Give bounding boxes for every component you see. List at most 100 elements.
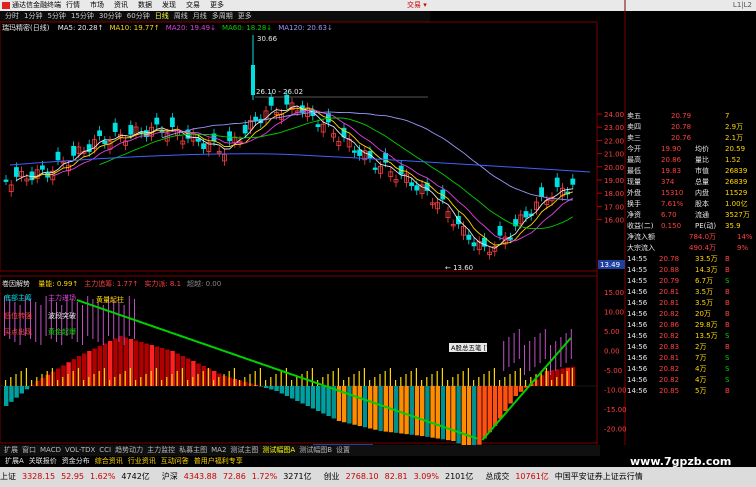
- pressure-stick: [56, 302, 57, 342]
- indicator-tab[interactable]: 测试幅图A: [262, 446, 295, 454]
- stat-label: 换手: [627, 200, 641, 208]
- stat-value: 11529: [725, 189, 748, 197]
- indicator-tabs: 扩展 窗口 MACD VOL-TDX CCI 趋势动力 主力监控 私募主图 MA2 测试主图 测试幅…: [0, 445, 600, 456]
- tick-volume: 6.7万: [695, 277, 714, 285]
- indicator-tab[interactable]: 设置: [336, 446, 350, 454]
- volume-stick: [202, 371, 204, 386]
- indicator-bar: [305, 386, 310, 406]
- indicator-bar: [508, 386, 513, 404]
- volume-stick: [400, 377, 402, 386]
- indicator-tab[interactable]: VOL-TDX: [65, 446, 95, 454]
- indicator-tab[interactable]: CCI: [99, 446, 111, 454]
- stat-label: 现量: [627, 178, 641, 186]
- volume-stick: [103, 368, 105, 386]
- volume-stick: [119, 374, 121, 386]
- ma-label: MA5: 20.28↑: [57, 24, 104, 32]
- indicator-value-label: 主力追筹: 1.77↑: [84, 280, 139, 288]
- indicator-name: 卷因解势: [2, 280, 30, 288]
- index-quote[interactable]: 总成交 10761亿 中国平安证券上证云行情: [485, 472, 648, 481]
- pressure-stick: [123, 305, 125, 345]
- indicator-bar: [316, 386, 321, 411]
- indicator-bar: [383, 386, 388, 432]
- info-strip-item[interactable]: 普用户福利专享: [194, 457, 243, 465]
- candle-body: [570, 178, 576, 185]
- indicator-bar: [378, 386, 383, 431]
- volume-stick: [384, 371, 386, 386]
- index-quote[interactable]: 上证 3328.15 52.95 1.62% 4742亿: [0, 472, 156, 481]
- quote-row: 14:56 20.83 2万 B: [625, 342, 756, 353]
- indicator-bar: [435, 386, 440, 439]
- tick-time: 14:56: [627, 354, 648, 362]
- quote-row: 14:56 20.85 5万 B: [625, 386, 756, 397]
- indicator-tab[interactable]: 扩展: [4, 446, 18, 454]
- volume-stick: [72, 371, 74, 386]
- indicator-bar: [518, 386, 524, 392]
- info-strip-item[interactable]: 互动问答: [161, 457, 189, 465]
- volume-stick: [192, 377, 194, 386]
- indicator-bar: [310, 386, 316, 409]
- info-strip-item[interactable]: 扩展A: [5, 457, 24, 465]
- flow-label: 净流入额: [627, 233, 655, 241]
- indicator-tab[interactable]: 私募主图: [179, 446, 207, 454]
- volume-stick: [218, 377, 220, 386]
- info-strip-item[interactable]: 行业资讯: [128, 457, 156, 465]
- tick-volume: 3.5万: [695, 299, 714, 307]
- indicator-tab[interactable]: 测试幅图B: [299, 446, 332, 454]
- indicator-tab[interactable]: 窗口: [22, 446, 36, 454]
- tick-dir: S: [725, 277, 730, 285]
- info-strip-item[interactable]: 关联报价: [29, 457, 57, 465]
- tick-price: 20.82: [659, 365, 680, 373]
- stat-value: 26839: [725, 178, 748, 186]
- price-tick-label: 17.00: [604, 203, 624, 211]
- quote-row: 大宗流入 490.4万 9%: [625, 243, 756, 254]
- quote-row: 14:56 20.86 29.8万 B: [625, 320, 756, 331]
- index-amount: 中国平安证券上证云行情: [554, 472, 643, 481]
- volume-stick: [124, 371, 126, 386]
- candle-body: [523, 211, 529, 218]
- pressure-stick: [76, 302, 78, 342]
- tick-price: 20.78: [659, 255, 680, 263]
- index-quote[interactable]: 创业 2768.10 82.81 3.09% 2101亿: [324, 472, 480, 481]
- index-name: 上证: [0, 472, 16, 481]
- volume-stick: [306, 371, 308, 386]
- quote-row: 卖五 20.79 7: [625, 111, 756, 122]
- indicator-bar: [451, 386, 456, 441]
- volume-stick: [145, 374, 147, 386]
- volume-stick: [374, 377, 376, 386]
- info-strip-item[interactable]: 综合资讯: [95, 457, 123, 465]
- indicator-tab[interactable]: 测试主图: [230, 446, 258, 454]
- candle-body: [112, 122, 118, 132]
- index-quote[interactable]: 沪深 4343.88 72.86 1.72% 3271亿: [162, 472, 318, 481]
- volume-stick: [478, 377, 480, 386]
- index-pct: 1.62%: [90, 472, 116, 481]
- volume-stick: [181, 368, 183, 386]
- indicator-bar: [19, 386, 24, 394]
- indicator-value-label: 量能: 0.99↑: [38, 280, 79, 288]
- index-amount: 2101亿: [444, 472, 474, 481]
- ask-label: 卖三: [627, 134, 641, 142]
- info-strip-item[interactable]: 资金分布: [62, 457, 90, 465]
- tick-volume: 33.5万: [695, 255, 718, 263]
- indicator-tab[interactable]: MACD: [40, 446, 61, 454]
- indicator-tab[interactable]: 主力监控: [147, 446, 175, 454]
- indicator-bar: [404, 386, 409, 435]
- indicator-bar: [264, 386, 269, 388]
- indicator-tab[interactable]: 趋势动力: [115, 446, 143, 454]
- tick-time: 14:56: [627, 299, 648, 307]
- volume-stick: [15, 374, 17, 386]
- indicator-bar: [440, 386, 446, 440]
- volume-stick: [77, 368, 79, 386]
- candle-body: [284, 94, 290, 105]
- stat-label: 外盘: [627, 189, 641, 197]
- indicator-tab[interactable]: MA2: [211, 446, 226, 454]
- indicator-bar: [362, 386, 368, 428]
- indicator-bar: [513, 386, 518, 396]
- volume-stick: [161, 380, 163, 386]
- pressure-stick: [529, 341, 531, 371]
- tick-time: 14:55: [627, 277, 648, 285]
- low-price-label: ← 13.60: [445, 264, 473, 272]
- stat-value: 374: [661, 178, 675, 186]
- price-tick-label: 18.00: [604, 190, 624, 198]
- indicator-tick-label: -5.00: [604, 367, 622, 375]
- stat-label: 市值: [695, 167, 709, 175]
